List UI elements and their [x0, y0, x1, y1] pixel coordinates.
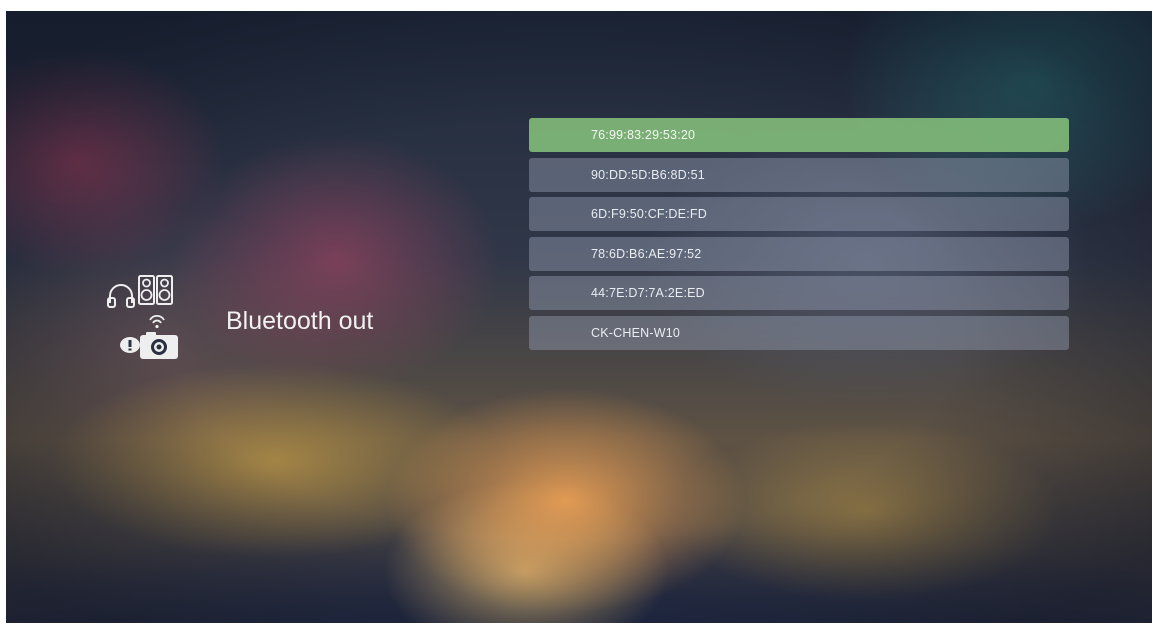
- bluetooth-out-header: Bluetooth out: [106, 273, 426, 373]
- device-list-item[interactable]: 78:6D:B6:AE:97:52: [529, 236, 1069, 271]
- device-list-item[interactable]: 6D:F9:50:CF:DE:FD: [529, 197, 1069, 232]
- speakers-icon: [138, 275, 174, 305]
- device-list-item[interactable]: CK-CHEN-W10: [529, 315, 1069, 350]
- bluetooth-device-icon: [116, 313, 196, 363]
- tv-screen: Bluetooth out 76:99:83:29:53:20 90:DD:5D…: [6, 11, 1152, 623]
- device-list-item[interactable]: 44:7E:D7:7A:2E:ED: [529, 276, 1069, 311]
- page-title: Bluetooth out: [226, 307, 374, 335]
- device-list-item[interactable]: 76:99:83:29:53:20: [529, 118, 1069, 152]
- device-list-item[interactable]: 90:DD:5D:B6:8D:51: [529, 157, 1069, 192]
- headphones-icon: [106, 283, 136, 309]
- device-list: 76:99:83:29:53:20 90:DD:5D:B6:8D:51 6D:F…: [529, 118, 1069, 356]
